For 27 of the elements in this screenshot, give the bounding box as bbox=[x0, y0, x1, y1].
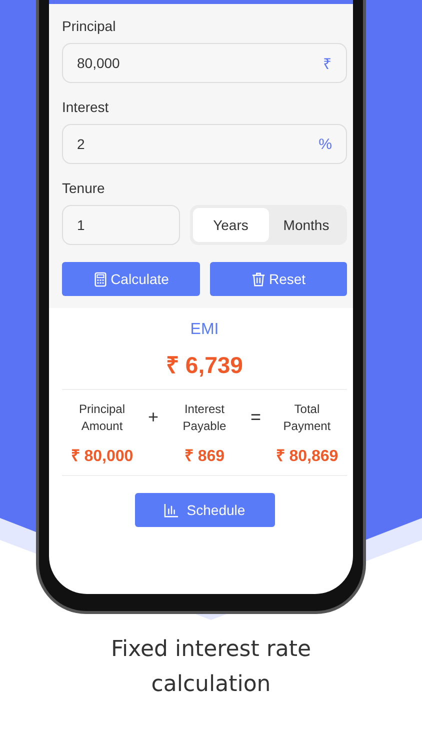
input-field[interactable]: 2 % bbox=[62, 124, 347, 164]
result-title: EMI bbox=[190, 321, 219, 339]
amount-value: ₹ 80,869 bbox=[276, 447, 338, 466]
input-field[interactable]: 80,000 ₹ bbox=[62, 43, 347, 83]
schedule-button[interactable]: Schedule bbox=[134, 493, 274, 527]
calculate-button[interactable]: Calculate bbox=[62, 262, 200, 296]
amount-label: Total Payment bbox=[282, 401, 332, 435]
field-label: Tenure bbox=[62, 180, 106, 196]
calculator-icon bbox=[92, 272, 108, 286]
unit-symbol: ₹ bbox=[323, 55, 332, 73]
caption: Fixed interest rate calculation bbox=[110, 636, 312, 699]
emi-amount: ₹ 6,739 bbox=[166, 351, 243, 380]
field-label: Interest bbox=[62, 99, 110, 115]
operator-sign: = bbox=[250, 407, 261, 428]
amount-value: ₹ 869 bbox=[184, 447, 225, 466]
amount-value: ₹ 80,000 bbox=[70, 447, 134, 466]
operator-sign: + bbox=[148, 407, 158, 428]
amount-label: Principal Amount bbox=[78, 401, 126, 435]
bar-chart-icon bbox=[164, 502, 179, 518]
unit-option[interactable]: Years bbox=[193, 208, 268, 242]
field-label: Principal bbox=[62, 18, 117, 34]
input-field[interactable]: 1 bbox=[62, 205, 180, 245]
trash-icon bbox=[250, 272, 266, 286]
amount-label: Interest Payable bbox=[182, 401, 228, 435]
unit-option[interactable]: Months bbox=[268, 208, 344, 242]
reset-button[interactable]: Reset bbox=[210, 262, 347, 296]
unit-symbol: % bbox=[318, 136, 332, 152]
